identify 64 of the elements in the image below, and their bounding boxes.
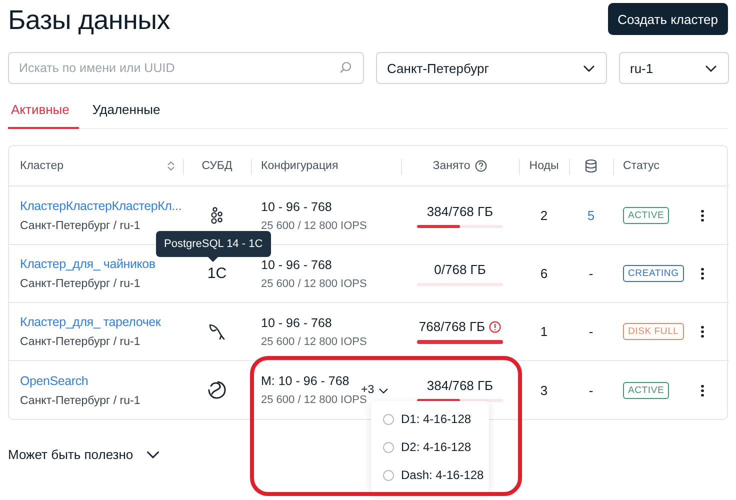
create-cluster-button[interactable]: Создать кластер [608, 3, 728, 35]
tab[interactable]: Активные [8, 98, 80, 129]
dolphin-icon [207, 322, 227, 342]
cluster-link[interactable]: OpenSearch [20, 374, 88, 388]
column-header: Занято [432, 160, 470, 172]
cluster-link[interactable]: Кластер_для_ чайников [20, 257, 156, 271]
dots-icon [210, 206, 224, 224]
search-icon [339, 61, 352, 74]
cluster-link[interactable]: Кластер_для_ тарелочек [20, 315, 161, 329]
status-badge: CREATING [623, 265, 684, 282]
column-header: СУБД [202, 160, 232, 172]
node-count: 2 [540, 208, 548, 223]
status-badge: DISK FULL [623, 323, 684, 340]
radio-button[interactable] [383, 470, 394, 480]
config-option[interactable]: D2: 4-16-128 [371, 433, 489, 461]
config-option[interactable]: Dash: 4-16-128 [371, 461, 489, 489]
radio-button[interactable] [383, 442, 394, 452]
help-icon[interactable] [475, 160, 488, 172]
config-option[interactable]: D1: 4-16-128 [371, 405, 489, 433]
configuration: M: 10 - 96 - 768 [261, 374, 350, 388]
node-count: 1 [540, 324, 548, 339]
search-field[interactable]: Искать по имени или UUID [8, 52, 364, 84]
dbms-logo: 1C [207, 265, 227, 282]
node-count: 3 [540, 382, 548, 398]
more-configs-toggle[interactable]: +3 [361, 384, 390, 396]
iops: 25 600 / 12 800 IOPS [261, 220, 367, 232]
used-storage: 384/768 ГБ [426, 378, 494, 393]
iops: 25 600 / 12 800 IOPS [261, 336, 367, 348]
configuration: 10 - 96 - 768 [261, 200, 332, 214]
status-badge: ACTIVE [623, 382, 670, 398]
more-menu-icon[interactable] [701, 325, 704, 338]
configuration: 10 - 96 - 768 [261, 316, 332, 330]
more-menu-icon[interactable] [701, 267, 704, 280]
node-count: 6 [540, 266, 548, 281]
more-menu-icon[interactable] [701, 209, 704, 222]
region-select[interactable]: ru-1 [619, 52, 729, 84]
cluster-location: Санкт-Петербург / ru-1 [20, 220, 140, 232]
opensearch-icon [207, 380, 227, 400]
page-title: Базы данных [8, 5, 170, 36]
database-count: - [588, 382, 594, 398]
database-count-link[interactable]: 5 [587, 208, 595, 223]
city-select[interactable]: Санкт-Петербург [376, 52, 607, 84]
column-header: Ноды [529, 160, 559, 172]
used-storage: 0/768 ГБ [434, 262, 486, 276]
sort-icon[interactable] [167, 160, 175, 172]
useful-section-toggle[interactable]: Может быть полезно [8, 446, 162, 462]
cluster-location: Санкт-Петербург / ru-1 [20, 278, 140, 290]
column-header: Кластер [20, 160, 64, 172]
cluster-link[interactable]: КластерКластерКластерКл... [20, 199, 182, 213]
cluster-location: Санкт-Петербург / ru-1 [20, 336, 140, 348]
cluster-location: Санкт-Петербург / ru-1 [20, 394, 140, 406]
radio-button[interactable] [383, 414, 394, 424]
tab[interactable]: Удаленные [89, 98, 170, 129]
used-storage: 768/768 ГБ [418, 319, 486, 334]
database-count: - [588, 324, 594, 339]
database-icon [585, 158, 597, 172]
iops: 25 600 / 12 800 IOPS [261, 278, 367, 290]
more-menu-icon[interactable] [701, 384, 704, 396]
column-header: Статус [623, 160, 660, 172]
iops: 25 600 / 12 800 IOPS [261, 394, 367, 406]
used-storage: 384/768 ГБ [426, 204, 494, 218]
column-header: Конфигурация [261, 160, 338, 172]
database-count: - [588, 266, 594, 281]
status-badge: ACTIVE [623, 207, 670, 224]
